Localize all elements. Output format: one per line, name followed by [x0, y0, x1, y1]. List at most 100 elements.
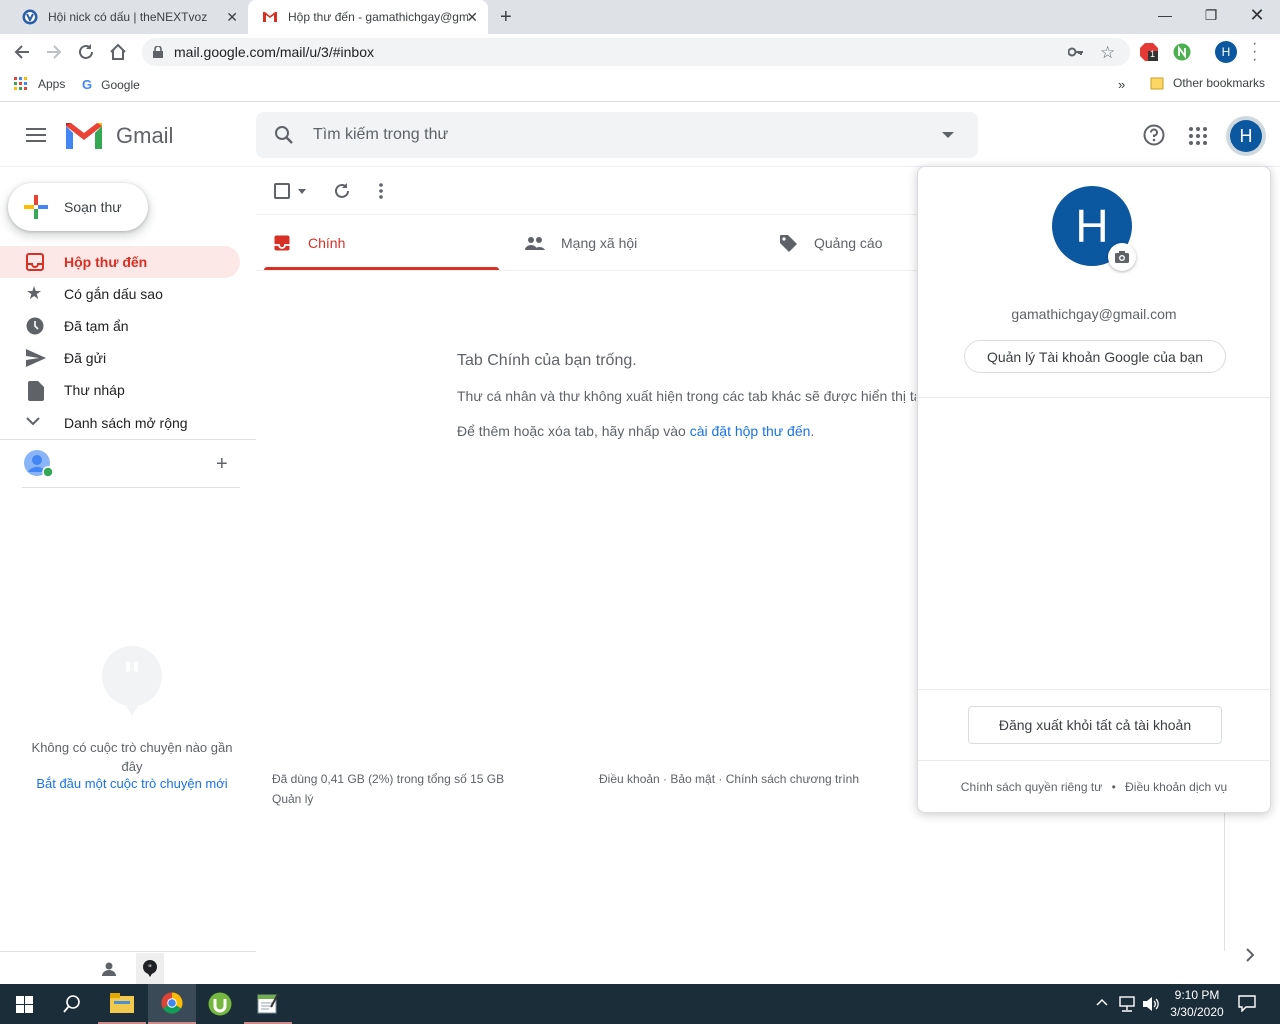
chevron-down-icon: [26, 417, 40, 426]
search-input[interactable]: Tìm kiếm trong thư: [313, 126, 448, 144]
contacts-person-icon[interactable]: [102, 962, 116, 976]
inbox-icon: [274, 235, 290, 251]
browser-menu-icon[interactable]: · · ·: [1252, 36, 1257, 68]
google-apps-icon[interactable]: [1189, 127, 1207, 145]
file-explorer-icon[interactable]: [98, 984, 146, 1024]
nav-sent[interactable]: Đã gửi: [0, 342, 240, 374]
gmail-logo[interactable]: Gmail: [64, 121, 173, 151]
bookmark-star-icon[interactable]: ☆: [1100, 43, 1115, 63]
browser-tab-title: Hộp thư đến - gamathichgay@gmail.com: [288, 10, 468, 24]
extension-badge: 1: [1150, 49, 1156, 59]
network-icon[interactable]: [1118, 996, 1136, 1012]
compose-button[interactable]: Soạn thư: [8, 183, 148, 231]
privacy-policy-link[interactable]: Chính sách quyền riêng tư: [961, 780, 1102, 794]
manage-storage-link[interactable]: Quản lý: [272, 792, 313, 806]
manage-google-account-button[interactable]: Quản lý Tài khoản Google của bạn: [964, 340, 1226, 373]
close-tab-icon[interactable]: ✕: [226, 9, 238, 26]
restore-button[interactable]: ❐: [1188, 0, 1234, 30]
notepad-taskbar-icon[interactable]: [244, 984, 292, 1024]
browser-profile-avatar[interactable]: H: [1215, 41, 1237, 63]
account-avatar-button[interactable]: H: [1226, 116, 1266, 156]
svg-text:": ": [148, 964, 152, 974]
browser-toolbar: mail.google.com/mail/u/3/#inbox ☆ 1 H · ·…: [0, 34, 1280, 70]
google-g-icon: G: [82, 77, 93, 92]
nav-starred[interactable]: ★ Có gắn dấu sao: [0, 278, 240, 310]
gmail-header: Gmail Tìm kiếm trong thư H: [0, 103, 1280, 167]
new-chat-plus-icon[interactable]: +: [216, 453, 228, 476]
extension-n-icon[interactable]: [1173, 43, 1191, 61]
nav-label: Có gắn dấu sao: [64, 286, 163, 302]
volume-icon[interactable]: [1142, 996, 1160, 1012]
tab-social[interactable]: Mạng xã hội: [517, 215, 752, 271]
help-icon[interactable]: [1143, 124, 1165, 146]
browser-tab-thenextvoz[interactable]: Hội nick có dấu | theNEXTvoz ✕: [8, 0, 248, 34]
popup-divider-bottom: [918, 689, 1270, 690]
search-options-icon[interactable]: [942, 132, 954, 139]
tab-promotions[interactable]: Quảng cáo: [770, 215, 920, 271]
select-all-checkbox[interactable]: [274, 183, 290, 199]
google-bookmark[interactable]: G Google: [82, 77, 140, 92]
nav-snoozed[interactable]: Đã tạm ẩn: [0, 310, 240, 342]
lock-icon: [153, 46, 163, 58]
bookmarks-overflow-icon[interactable]: »: [1118, 77, 1125, 92]
terms-of-service-link[interactable]: Điều khoản dịch vụ: [1125, 780, 1227, 794]
back-icon[interactable]: [12, 42, 32, 62]
close-window-button[interactable]: ✕: [1234, 0, 1280, 30]
clock-time[interactable]: 9:10 PM: [1160, 988, 1234, 1002]
expand-side-panel-icon[interactable]: [1246, 948, 1254, 962]
forward-icon[interactable]: [44, 42, 64, 62]
minimize-button[interactable]: —: [1142, 0, 1188, 30]
other-bookmarks[interactable]: Other bookmarks: [1150, 76, 1265, 90]
plus-icon: [24, 195, 48, 219]
chrome-taskbar-icon[interactable]: [148, 984, 196, 1024]
nav-more[interactable]: Danh sách mở rộng: [0, 407, 240, 439]
taskbar-search-icon[interactable]: [48, 984, 96, 1024]
tray-chevron-icon[interactable]: [1096, 998, 1108, 1006]
tag-icon: [780, 235, 797, 252]
tab-primary[interactable]: Chính: [264, 215, 499, 271]
start-conversation-link[interactable]: Bắt đầu một cuộc trò chuyện mới: [22, 776, 242, 791]
folder-icon: [1150, 76, 1164, 90]
browser-tab-title: Hội nick có dấu | theNEXTvoz: [48, 10, 208, 24]
clock-icon: [26, 317, 44, 335]
nav-label: Danh sách mở rộng: [64, 415, 188, 431]
sign-out-all-button[interactable]: Đăng xuất khỏi tất cả tài khoản: [968, 706, 1222, 744]
nav-inbox[interactable]: Hộp thư đến: [0, 246, 240, 278]
hangouts-user-avatar[interactable]: [24, 450, 54, 478]
people-icon: [525, 236, 545, 250]
close-tab-icon[interactable]: ✕: [466, 9, 478, 26]
notifications-icon[interactable]: [1238, 995, 1256, 1012]
more-options-icon[interactable]: [379, 183, 383, 199]
browser-tab-gmail[interactable]: Hộp thư đến - gamathichgay@gmail.com ✕: [248, 0, 488, 34]
search-bar[interactable]: Tìm kiếm trong thư: [256, 112, 978, 158]
windows-taskbar: 9:10 PM 3/30/2020: [0, 984, 1280, 1024]
sidebar-divider: [0, 439, 256, 440]
search-icon[interactable]: [274, 125, 294, 145]
inbox-icon: [26, 253, 44, 271]
browser-tab-strip: Hội nick có dấu | theNEXTvoz ✕ Hộp thư đ…: [0, 0, 1280, 34]
tab-label: Chính: [308, 235, 346, 251]
main-menu-icon[interactable]: [26, 127, 46, 143]
nav-drafts[interactable]: Thư nháp: [0, 374, 240, 406]
hangouts-tab-icon[interactable]: ": [136, 953, 164, 984]
footer-links[interactable]: Điều khoản · Bảo mật · Chính sách chương…: [599, 772, 859, 786]
footer-separator: •: [1111, 780, 1116, 794]
reload-icon[interactable]: [76, 42, 96, 62]
select-dropdown-icon[interactable]: [298, 189, 306, 194]
windows-start-icon[interactable]: [0, 984, 48, 1024]
address-bar[interactable]: mail.google.com/mail/u/3/#inbox ☆: [142, 38, 1130, 66]
new-tab-button[interactable]: +: [500, 6, 512, 29]
utorrent-taskbar-icon[interactable]: [196, 984, 244, 1024]
clock-date[interactable]: 3/30/2020: [1160, 1005, 1234, 1019]
home-icon[interactable]: [108, 42, 128, 62]
empty-line-2: Để thêm hoặc xóa tab, hãy nhấp vào cài đ…: [457, 423, 814, 439]
adblock-extension-icon[interactable]: 1: [1140, 43, 1158, 61]
tab-label: Quảng cáo: [814, 235, 883, 251]
refresh-icon[interactable]: [333, 182, 351, 200]
inbox-settings-link[interactable]: cài đặt hộp thư đến: [690, 423, 811, 439]
gmail-favicon-icon: [262, 11, 278, 23]
apps-bookmark[interactable]: Apps: [14, 77, 65, 91]
key-icon[interactable]: [1068, 45, 1084, 59]
change-photo-camera-icon[interactable]: [1108, 243, 1136, 271]
empty-line-2-suffix: .: [810, 423, 815, 439]
